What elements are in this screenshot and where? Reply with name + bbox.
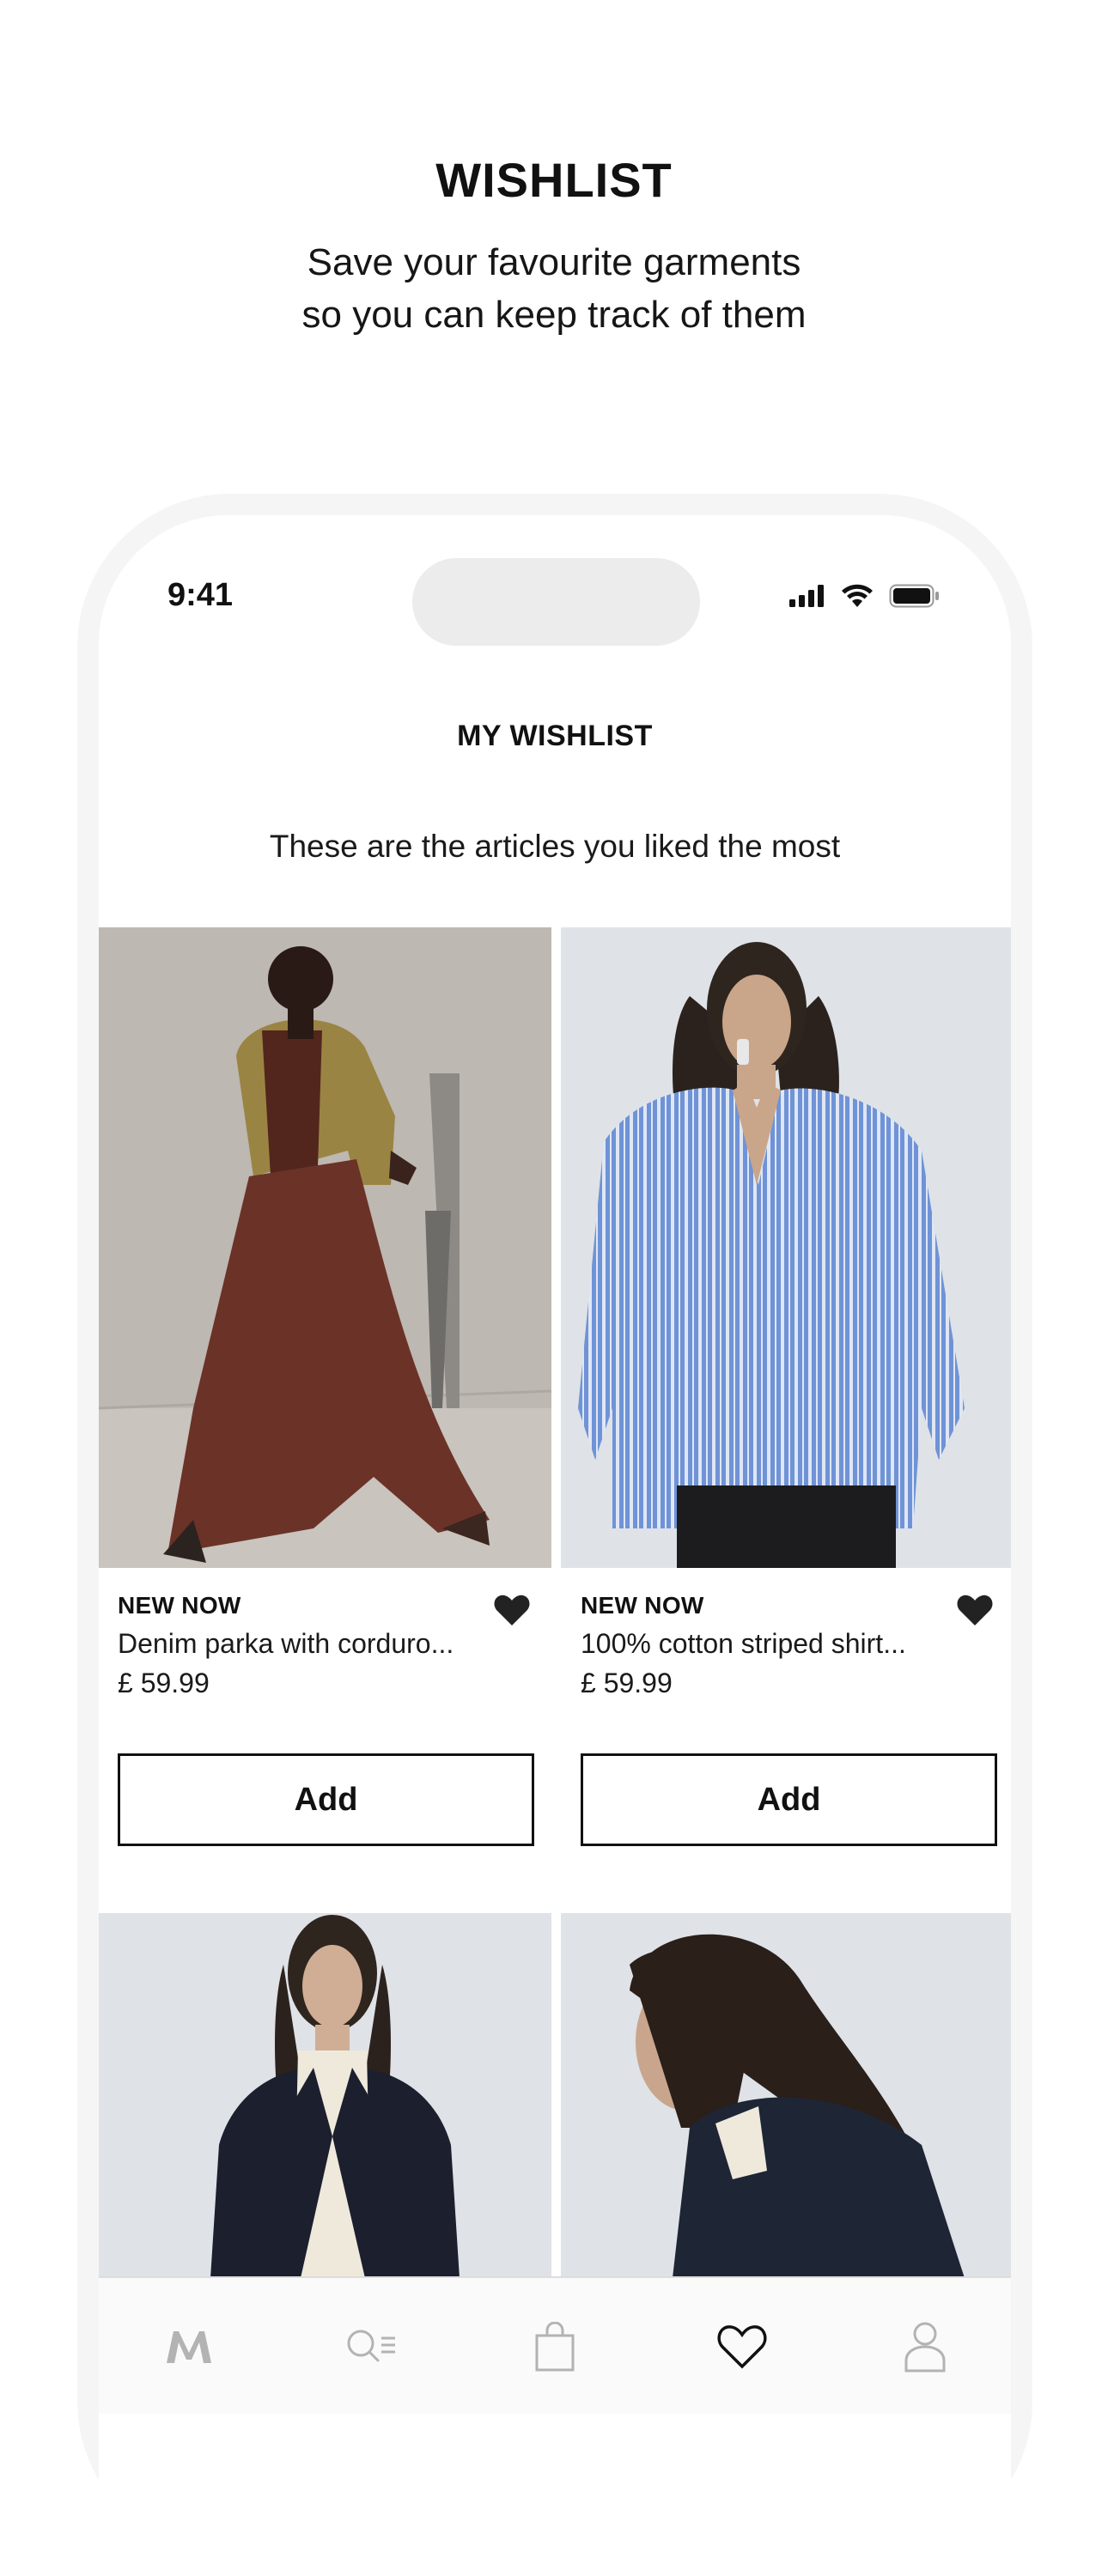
screen-title: MY WISHLIST: [457, 720, 653, 752]
promo-title: WISHLIST: [435, 153, 673, 207]
product-name[interactable]: Denim parka with corduro...: [118, 1628, 454, 1660]
tab-wishlist[interactable]: [712, 2317, 772, 2377]
product-badge: NEW NOW: [118, 1592, 241, 1619]
tab-search[interactable]: [342, 2317, 402, 2377]
product-photo-1: [99, 927, 551, 1568]
product-photo-2: [561, 927, 1011, 1568]
shopping-bag-icon: [535, 2322, 575, 2372]
dynamic-island: [412, 558, 700, 646]
phone-screen: 9:41 MY WISHLIST These are the articles …: [99, 515, 1011, 2576]
screen-subtitle: These are the articles you liked the mos…: [269, 829, 841, 864]
product-image[interactable]: [99, 1913, 551, 2278]
product-image[interactable]: [99, 927, 551, 1568]
wifi-icon: [842, 584, 873, 607]
add-to-bag-button[interactable]: Add: [581, 1753, 997, 1846]
product-card-info: NEW NOW Denim parka with corduro... £ 59…: [118, 1592, 530, 1704]
tab-bag[interactable]: [525, 2317, 585, 2377]
favourite-heart-icon[interactable]: [494, 1594, 532, 1630]
search-menu-icon: [347, 2330, 395, 2362]
favourite-heart-icon[interactable]: [957, 1594, 995, 1630]
product-name[interactable]: 100% cotton striped shirt...: [581, 1628, 906, 1660]
profile-icon: [904, 2322, 946, 2372]
status-bar: 9:41: [99, 515, 1011, 687]
product-card-info: NEW NOW 100% cotton striped shirt... £ 5…: [581, 1592, 993, 1704]
promo-subtitle: Save your favourite garments so you can …: [0, 236, 1108, 341]
cellular-signal-icon: [789, 585, 824, 607]
tab-home[interactable]: [159, 2317, 219, 2377]
promo-subtitle-line-1: Save your favourite garments: [307, 241, 801, 283]
tab-profile[interactable]: [895, 2317, 955, 2377]
promo-subtitle-line-2: so you can keep track of them: [301, 294, 807, 336]
product-photo-3: [99, 1913, 551, 2278]
brand-logo-icon: [167, 2331, 211, 2363]
product-price: £ 59.99: [581, 1668, 673, 1698]
status-icons: [789, 584, 941, 608]
bottom-tab-bar: [99, 2276, 1011, 2414]
status-time: 9:41: [167, 577, 234, 613]
product-photo-4: [561, 1913, 1011, 2278]
product-image[interactable]: [561, 927, 1011, 1568]
product-price: £ 59.99: [118, 1668, 210, 1698]
battery-icon: [889, 584, 939, 608]
product-image[interactable]: [561, 1913, 1011, 2278]
heart-icon: [717, 2325, 767, 2369]
add-to-bag-button[interactable]: Add: [118, 1753, 534, 1846]
product-badge: NEW NOW: [581, 1592, 704, 1619]
